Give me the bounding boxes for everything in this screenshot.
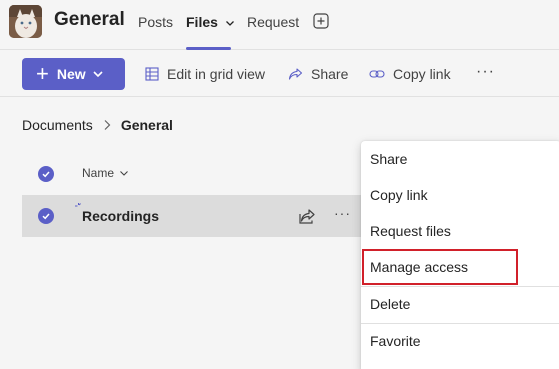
checkmark-icon (42, 171, 50, 178)
tab-request-label: Request (247, 14, 300, 30)
menu-item-label: Delete (370, 296, 411, 312)
command-bar: + New Edit in grid view Share Copy link … (0, 51, 559, 97)
chevron-down-icon (93, 71, 103, 78)
link-icon (369, 70, 385, 78)
active-tab-indicator (186, 47, 231, 50)
edit-grid-view-label: Edit in grid view (167, 66, 266, 82)
highlight-annotation (362, 249, 518, 285)
tab-files-label: Files (186, 14, 218, 30)
menu-item-label: Copy link (370, 187, 428, 203)
new-item-sparkle-icon (75, 203, 81, 207)
share-icon (288, 68, 303, 80)
breadcrumb-current: General (120, 117, 173, 133)
row-checkbox[interactable] (38, 208, 54, 224)
row-name[interactable]: Recordings (82, 208, 159, 224)
tab-posts-label: Posts (138, 14, 174, 30)
copy-link-button[interactable]: Copy link (369, 66, 451, 82)
share-icon[interactable] (298, 207, 316, 225)
breadcrumb-documents[interactable]: Documents (22, 117, 93, 133)
menu-item-share[interactable]: Share (361, 142, 559, 176)
tab-posts[interactable]: Posts (138, 14, 173, 30)
menu-item-label: Favorite (370, 333, 421, 349)
column-header-name-label: Name (82, 166, 115, 180)
menu-item-request-files[interactable]: Request files (361, 214, 559, 248)
team-avatar (9, 5, 42, 38)
breadcrumb: Documents General (22, 117, 173, 133)
grid-icon (145, 67, 159, 81)
menu-item-favorite[interactable]: Favorite (361, 324, 559, 358)
channel-header: General Posts Files Request (0, 0, 559, 50)
menu-item-delete[interactable]: Delete (361, 287, 559, 321)
new-button[interactable]: + New (22, 58, 125, 90)
row-more-options-button[interactable]: ··· (334, 205, 351, 221)
page-title: General (54, 9, 125, 30)
column-header-name[interactable]: Name (82, 166, 129, 180)
share-label: Share (311, 66, 349, 82)
tab-files[interactable]: Files (186, 14, 235, 30)
plus-icon: + (36, 61, 49, 86)
new-button-label: New (56, 66, 86, 82)
more-options-button[interactable]: ··· (476, 63, 495, 81)
chevron-right-icon (103, 119, 111, 131)
chevron-down-icon (225, 21, 234, 27)
menu-item-label: Share (370, 151, 408, 167)
menu-item-label: Request files (370, 223, 451, 239)
add-tab-icon[interactable] (313, 13, 329, 29)
copy-link-label: Copy link (393, 66, 451, 82)
checkmark-icon (42, 213, 50, 220)
share-button[interactable]: Share (288, 66, 348, 82)
menu-item-copy-link[interactable]: Copy link (361, 178, 559, 212)
edit-grid-view-button[interactable]: Edit in grid view (145, 66, 265, 82)
chevron-down-icon (120, 171, 128, 176)
select-all-checkbox[interactable] (38, 166, 54, 182)
tab-request[interactable]: Request (247, 14, 299, 30)
